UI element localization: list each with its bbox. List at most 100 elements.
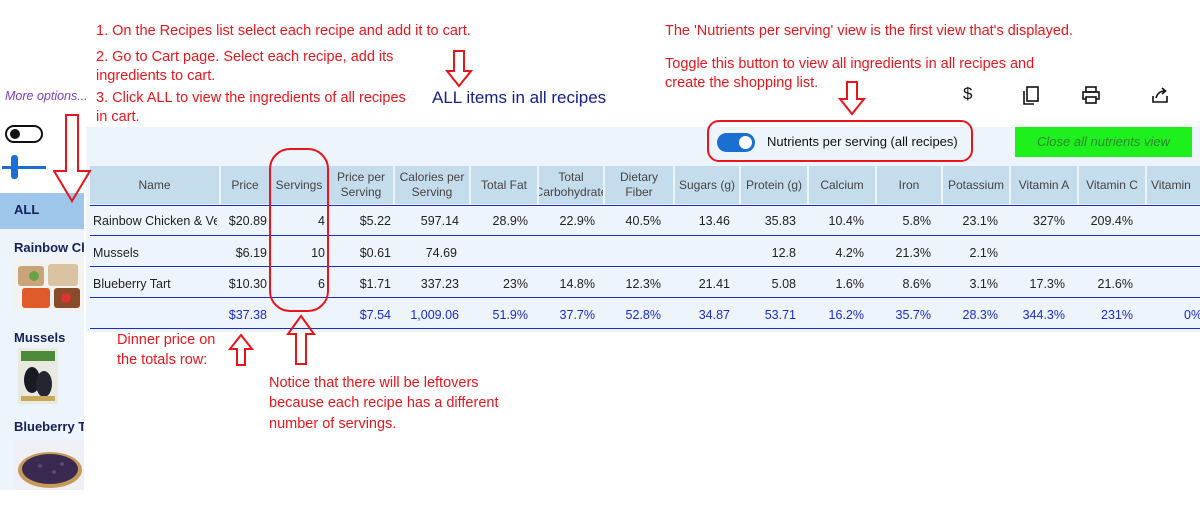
cell-protein: 12.8 — [771, 246, 796, 260]
mussels-thumbnail[interactable] — [18, 348, 58, 404]
total-fat: 51.9% — [492, 308, 528, 322]
cell-price-per-serving: $5.22 — [359, 214, 391, 228]
column-header-price[interactable]: Price — [221, 166, 269, 204]
total-vitamin-c: 231% — [1101, 308, 1133, 322]
dinner-price-note-cont: the totals row: — [117, 352, 208, 368]
cell-sugars: 21.41 — [698, 277, 730, 291]
total-price: $37.38 — [228, 308, 267, 322]
cell-iron: 8.6% — [902, 277, 932, 291]
cell-name: Rainbow Chicken & Veggies — [93, 214, 217, 228]
nutrients-toggle-switch[interactable] — [717, 133, 755, 152]
column-header-dietary-fiber[interactable]: Dietary Fiber — [605, 166, 673, 204]
column-header-calcium[interactable]: Calcium — [809, 166, 875, 204]
column-header-vitamin-more[interactable]: Vitamin — [1147, 166, 1200, 204]
sidebar-item-mussels[interactable]: Mussels — [14, 330, 84, 345]
share-icon[interactable] — [1150, 85, 1170, 105]
cell-protein: 5.08 — [771, 277, 796, 291]
cell-calories: 74.69 — [425, 246, 457, 260]
column-header-vitamin-c[interactable]: Vitamin C — [1079, 166, 1145, 204]
view-toggle-off[interactable] — [5, 125, 43, 143]
total-protein: 53.71 — [764, 308, 796, 322]
total-carbohydrate: 37.7% — [559, 308, 595, 322]
instruction-step-3-cont: in cart. — [96, 109, 140, 125]
rainbow-chicken-thumbnail[interactable] — [14, 258, 84, 312]
cell-total-fat: 23% — [502, 277, 528, 291]
column-header-sugars[interactable]: Sugars (g) — [675, 166, 739, 204]
instruction-step-2: 2. Go to Cart page. Select each recipe, … — [96, 49, 394, 65]
blueberry-tart-thumbnail[interactable] — [14, 440, 84, 490]
column-header-vitamin-a[interactable]: Vitamin A — [1011, 166, 1077, 204]
cell-calories: 337.23 — [420, 277, 459, 291]
column-header-name[interactable]: Name — [90, 166, 219, 204]
arrow-up-total-price — [228, 333, 254, 366]
instruction-first-view: The 'Nutrients per serving' view is the … — [665, 23, 1074, 39]
arrow-up-servings — [286, 314, 316, 365]
total-vitamin-a: 344.3% — [1022, 308, 1065, 322]
cell-potassium: 23.1% — [962, 214, 998, 228]
cell-potassium: 3.1% — [969, 277, 999, 291]
instruction-toggle: Toggle this button to view all ingredien… — [665, 56, 1035, 72]
sidebar-item-blueberry-tart[interactable]: Blueberry Tart — [14, 419, 84, 434]
cell-vitamin-c: 209.4% — [1090, 214, 1133, 228]
copy-icon[interactable] — [1022, 86, 1040, 106]
cell-price: $6.19 — [235, 246, 267, 260]
zoom-slider-track[interactable] — [2, 166, 46, 169]
cell-potassium: 2.1% — [969, 246, 999, 260]
cell-vitamin-a: 17.3% — [1029, 277, 1065, 291]
instruction-step-1: 1. On the Recipes list select each recip… — [96, 23, 471, 39]
total-potassium: 28.3% — [962, 308, 998, 322]
row-divider — [90, 235, 1200, 236]
column-header-calories[interactable]: Calories per Serving — [395, 166, 469, 204]
cell-name: Blueberry Tart — [93, 277, 171, 291]
page-title: ALL items in all recipes — [432, 88, 607, 107]
cell-protein: 35.83 — [764, 214, 796, 228]
column-header-iron[interactable]: Iron — [877, 166, 941, 204]
row-divider — [90, 328, 1200, 329]
cell-iron: 21.3% — [895, 246, 931, 260]
more-options-link[interactable]: More options... — [5, 89, 88, 103]
zoom-slider-thumb[interactable] — [11, 155, 18, 179]
close-nutrients-view-button[interactable]: Close all nutrients view — [1015, 127, 1192, 157]
servings-highlight — [269, 148, 329, 312]
cell-calories: 597.14 — [420, 214, 459, 228]
column-header-carbohydrate[interactable]: Total Carbohydrate — [539, 166, 603, 204]
arrow-down-title — [445, 50, 473, 88]
column-header-total-fat[interactable]: Total Fat — [471, 166, 537, 204]
column-header-price-per-serving[interactable]: Price per Serving — [329, 166, 393, 204]
cell-carbohydrate: 22.9% — [559, 214, 595, 228]
cell-total-fat: 28.9% — [492, 214, 528, 228]
sidebar-item-rainbow-chicken[interactable]: Rainbow Chicken & Veggies — [14, 240, 84, 255]
total-dietary-fiber: 52.8% — [625, 308, 661, 322]
print-icon[interactable] — [1081, 85, 1101, 105]
cell-price-per-serving: $0.61 — [359, 246, 391, 260]
cell-price: $10.30 — [228, 277, 267, 291]
cell-carbohydrate: 14.8% — [559, 277, 595, 291]
cell-price: $20.89 — [228, 214, 267, 228]
cell-iron: 5.8% — [902, 214, 932, 228]
row-divider — [90, 297, 1200, 298]
column-header-protein[interactable]: Protein (g) — [741, 166, 807, 204]
cell-vitamin-a: 327% — [1033, 214, 1065, 228]
row-divider — [90, 205, 1200, 206]
arrow-down-toggle — [838, 81, 866, 116]
cell-price-per-serving: $1.71 — [359, 277, 391, 291]
cell-sugars: 13.46 — [698, 214, 730, 228]
leftovers-note-cont: because each recipe has a different — [269, 395, 499, 411]
dollar-icon[interactable]: $ — [963, 84, 972, 104]
instruction-toggle-cont: create the shopping list. — [665, 75, 819, 91]
column-header-potassium[interactable]: Potassium — [943, 166, 1009, 204]
cell-calcium: 4.2% — [835, 246, 865, 260]
total-price-per-serving: $7.54 — [359, 308, 391, 322]
leftovers-note: Notice that there will be leftovers — [269, 375, 479, 391]
instruction-step-3: 3. Click ALL to view the ingredients of … — [96, 90, 406, 106]
instruction-step-2-cont: ingredients to cart. — [96, 68, 216, 84]
cell-dietary-fiber: 40.5% — [625, 214, 661, 228]
cell-vitamin-c: 21.6% — [1097, 277, 1133, 291]
row-divider — [90, 266, 1200, 267]
cell-dietary-fiber: 12.3% — [625, 277, 661, 291]
cell-calcium: 1.6% — [835, 277, 865, 291]
total-calories: 1,009.06 — [410, 308, 459, 322]
total-sugars: 34.87 — [698, 308, 730, 322]
dinner-price-note: Dinner price on — [117, 332, 216, 348]
arrow-down-all — [53, 114, 92, 203]
